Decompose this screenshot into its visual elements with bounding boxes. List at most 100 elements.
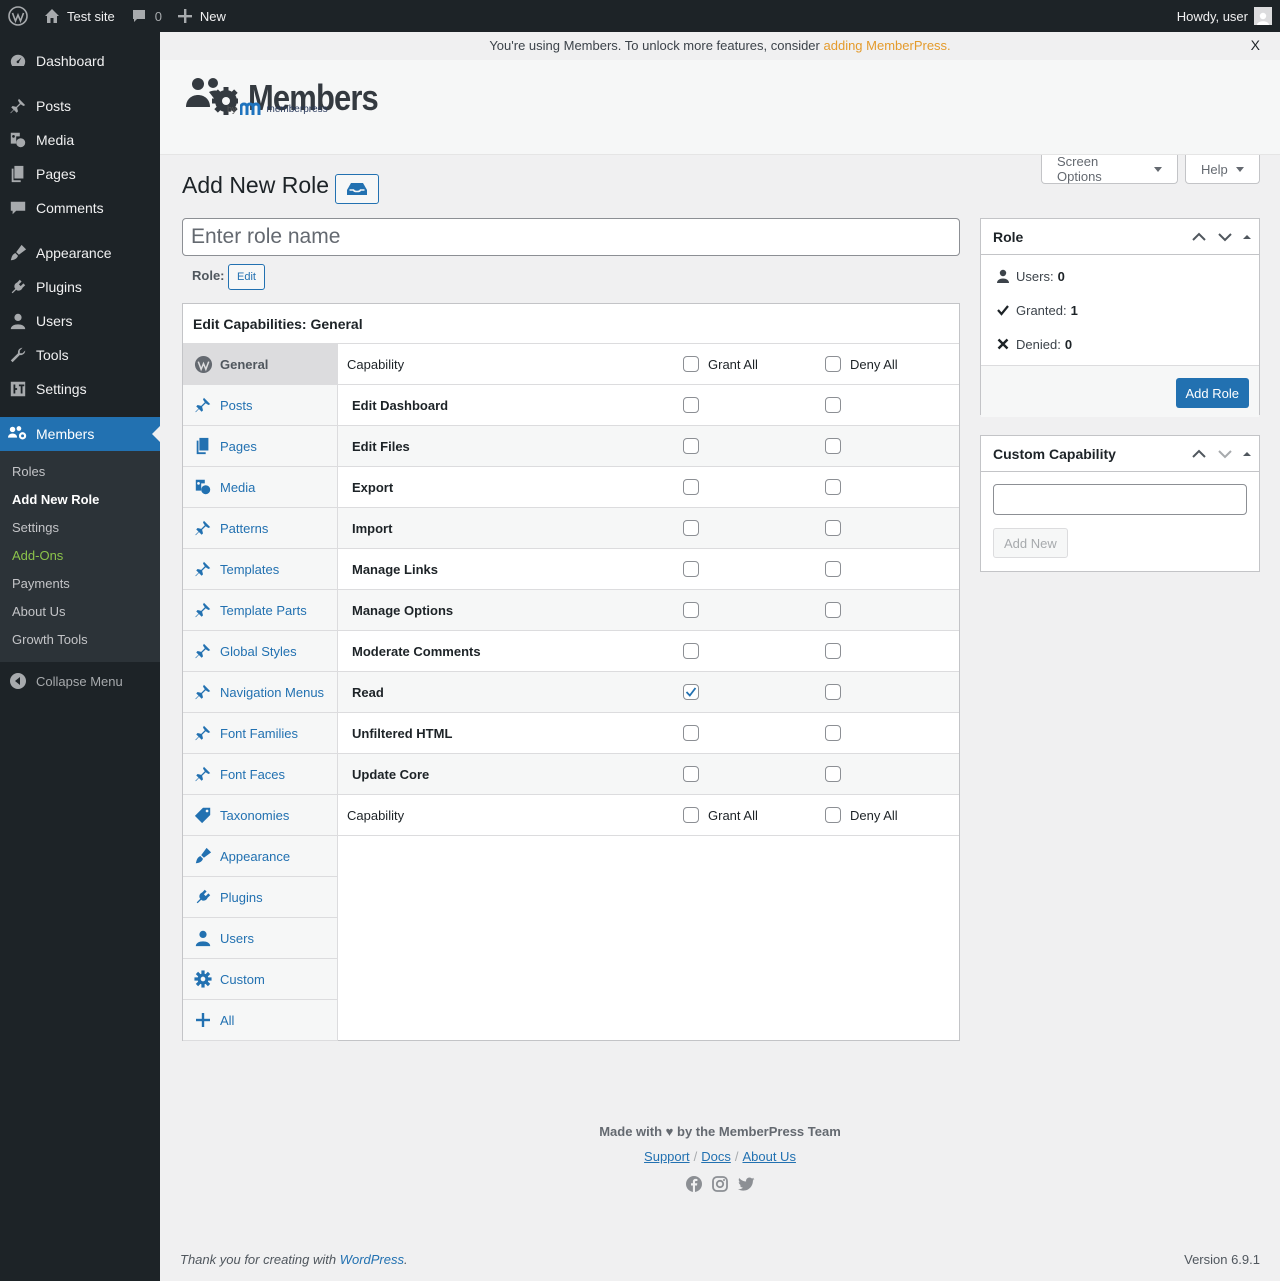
- instagram-icon[interactable]: [711, 1176, 728, 1192]
- user-icon: [8, 311, 28, 331]
- cap-tab-all[interactable]: All: [183, 1000, 337, 1041]
- move-down-icon[interactable]: [1215, 227, 1235, 247]
- role-slug-edit-button[interactable]: Edit: [228, 264, 265, 290]
- footer-thanks: Thank you for creating with WordPress.: [180, 1252, 408, 1267]
- new-content-link[interactable]: New: [170, 0, 234, 32]
- deny-all-checkbox[interactable]: [825, 807, 841, 823]
- screen-options-button[interactable]: Screen Options: [1041, 154, 1178, 184]
- add-role-button[interactable]: Add Role: [1175, 378, 1249, 408]
- submenu-item-settings[interactable]: Settings: [0, 514, 160, 542]
- grant-checkbox[interactable]: [683, 766, 699, 782]
- cap-tab-label: All: [220, 1012, 235, 1028]
- members-icon: [8, 424, 28, 444]
- cap-tab-template-parts[interactable]: Template Parts: [183, 590, 337, 631]
- help-button[interactable]: Help: [1185, 155, 1260, 184]
- menu-item-media[interactable]: Media: [0, 123, 160, 157]
- capabilities-table: Capability Grant All Deny All Edit Dashb…: [338, 344, 959, 836]
- cap-tab-font-faces[interactable]: Font Faces: [183, 754, 337, 795]
- custom-capability-input[interactable]: [993, 484, 1247, 515]
- table-row: Unfiltered HTML: [338, 713, 959, 754]
- grant-checkbox[interactable]: [683, 602, 699, 618]
- cap-tab-custom[interactable]: Custom: [183, 959, 337, 1000]
- submenu-item-add-ons[interactable]: Add-Ons: [0, 542, 160, 570]
- submenu-item-roles[interactable]: Roles: [0, 458, 160, 486]
- submenu-item-payments[interactable]: Payments: [0, 570, 160, 598]
- move-down-icon[interactable]: [1215, 444, 1235, 464]
- support-link[interactable]: Support: [644, 1149, 690, 1164]
- pin-icon: [193, 395, 213, 415]
- deny-all-checkbox[interactable]: [825, 356, 841, 372]
- grant-all-checkbox[interactable]: [683, 807, 699, 823]
- deny-checkbox[interactable]: [825, 766, 841, 782]
- cap-tab-plugins[interactable]: Plugins: [183, 877, 337, 918]
- deny-checkbox[interactable]: [825, 725, 841, 741]
- menu-item-tools[interactable]: Tools: [0, 338, 160, 372]
- menu-item-settings[interactable]: Settings: [0, 372, 160, 406]
- move-up-icon[interactable]: [1189, 444, 1209, 464]
- grant-checkbox[interactable]: [683, 520, 699, 536]
- cap-tab-taxonomies[interactable]: Taxonomies: [183, 795, 337, 836]
- cap-tab-media[interactable]: Media: [183, 467, 337, 508]
- grant-checkbox[interactable]: [683, 643, 699, 659]
- deny-checkbox[interactable]: [825, 438, 841, 454]
- inbox-button[interactable]: [335, 174, 379, 204]
- facebook-icon[interactable]: [685, 1176, 702, 1192]
- cap-tab-label: Template Parts: [220, 602, 307, 618]
- cap-tab-templates[interactable]: Templates: [183, 549, 337, 590]
- admin-bar: Test site 0 New Howdy, user: [0, 0, 1280, 32]
- grant-checkbox[interactable]: [683, 684, 699, 700]
- grant-checkbox[interactable]: [683, 397, 699, 413]
- grant-checkbox[interactable]: [683, 725, 699, 741]
- about-us-link[interactable]: About Us: [742, 1149, 795, 1164]
- grant-checkbox[interactable]: [683, 561, 699, 577]
- cap-tab-patterns[interactable]: Patterns: [183, 508, 337, 549]
- menu-item-users[interactable]: Users: [0, 304, 160, 338]
- my-account[interactable]: Howdy, user: [1177, 7, 1280, 25]
- submenu-item-about-us[interactable]: About Us: [0, 598, 160, 626]
- submenu-item-growth-tools[interactable]: Growth Tools: [0, 626, 160, 654]
- docs-link[interactable]: Docs: [701, 1149, 731, 1164]
- cap-tab-general[interactable]: General: [183, 344, 337, 385]
- menu-item-appearance[interactable]: Appearance: [0, 236, 160, 270]
- deny-checkbox[interactable]: [825, 479, 841, 495]
- comments-link[interactable]: 0: [123, 0, 170, 32]
- cap-tab-appearance[interactable]: Appearance: [183, 836, 337, 877]
- move-up-icon[interactable]: [1189, 227, 1209, 247]
- deny-checkbox[interactable]: [825, 561, 841, 577]
- wordpress-logo-button[interactable]: [0, 0, 36, 32]
- cap-tab-font-families[interactable]: Font Families: [183, 713, 337, 754]
- menu-item-members[interactable]: Members: [0, 417, 160, 451]
- twitter-icon[interactable]: [737, 1176, 755, 1192]
- deny-checkbox[interactable]: [825, 397, 841, 413]
- deny-checkbox[interactable]: [825, 602, 841, 618]
- role-name-input[interactable]: [182, 218, 960, 256]
- notice-link[interactable]: adding MemberPress.: [824, 38, 951, 53]
- submenu-item-add-new-role[interactable]: Add New Role: [0, 486, 160, 514]
- add-new-capability-button[interactable]: Add New: [993, 528, 1068, 558]
- menu-item-pages[interactable]: Pages: [0, 157, 160, 191]
- user-icon: [193, 928, 213, 948]
- grant-checkbox[interactable]: [683, 438, 699, 454]
- notice-close-button[interactable]: X: [1251, 32, 1260, 59]
- menu-item-posts[interactable]: Posts: [0, 89, 160, 123]
- menu-item-dashboard[interactable]: Dashboard: [0, 44, 160, 78]
- menu-item-plugins[interactable]: Plugins: [0, 270, 160, 304]
- wordpress-link[interactable]: WordPress: [340, 1252, 404, 1267]
- deny-checkbox[interactable]: [825, 520, 841, 536]
- toggle-panel-icon[interactable]: [1241, 448, 1253, 460]
- cap-tab-users[interactable]: Users: [183, 918, 337, 959]
- cap-tab-posts[interactable]: Posts: [183, 385, 337, 426]
- site-name-link[interactable]: Test site: [36, 0, 123, 32]
- grant-checkbox[interactable]: [683, 479, 699, 495]
- deny-checkbox[interactable]: [825, 643, 841, 659]
- toggle-panel-icon[interactable]: [1241, 231, 1253, 243]
- grant-all-checkbox[interactable]: [683, 356, 699, 372]
- cap-tab-pages[interactable]: Pages: [183, 426, 337, 467]
- cap-tab-global-styles[interactable]: Global Styles: [183, 631, 337, 672]
- menu-item-comments[interactable]: Comments: [0, 191, 160, 225]
- menu-label: Comments: [36, 200, 104, 216]
- cap-tab-navigation-menus[interactable]: Navigation Menus: [183, 672, 337, 713]
- collapse-menu-button[interactable]: Collapse Menu: [0, 664, 160, 698]
- settings-icon: [8, 379, 28, 399]
- deny-checkbox[interactable]: [825, 684, 841, 700]
